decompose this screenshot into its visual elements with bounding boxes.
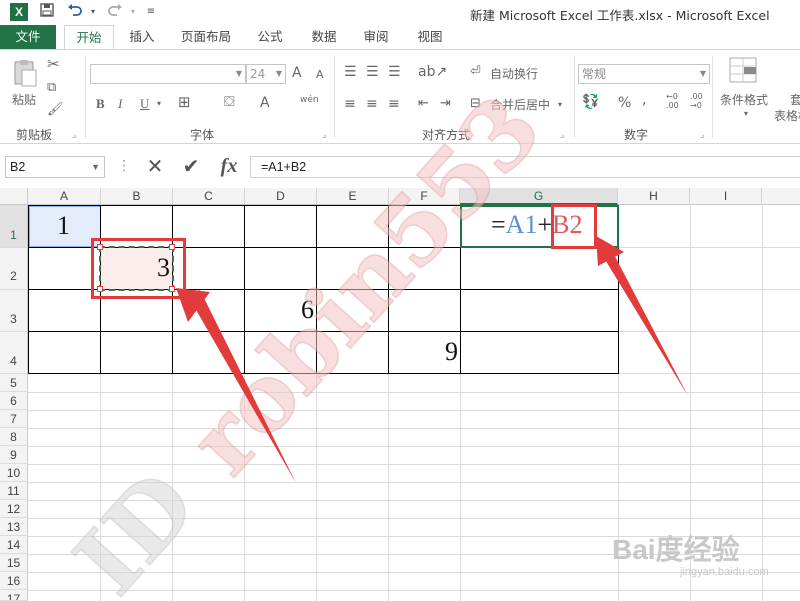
watermark-id: ID: [54, 451, 216, 601]
excel-window: X ▾ ▾ ≡ 新建 Microsoft Excel 工作表.xlsx - Mi…: [0, 0, 800, 601]
watermark-robin: robin553: [168, 75, 561, 495]
arrow-to-formula: [596, 236, 688, 396]
annotation-overlay: ID robin553: [53, 74, 688, 601]
baidu-jingyan-url: jingyan.baidu.com: [680, 566, 769, 578]
baidu-jingyan-logo: Bai度经验: [612, 534, 740, 565]
